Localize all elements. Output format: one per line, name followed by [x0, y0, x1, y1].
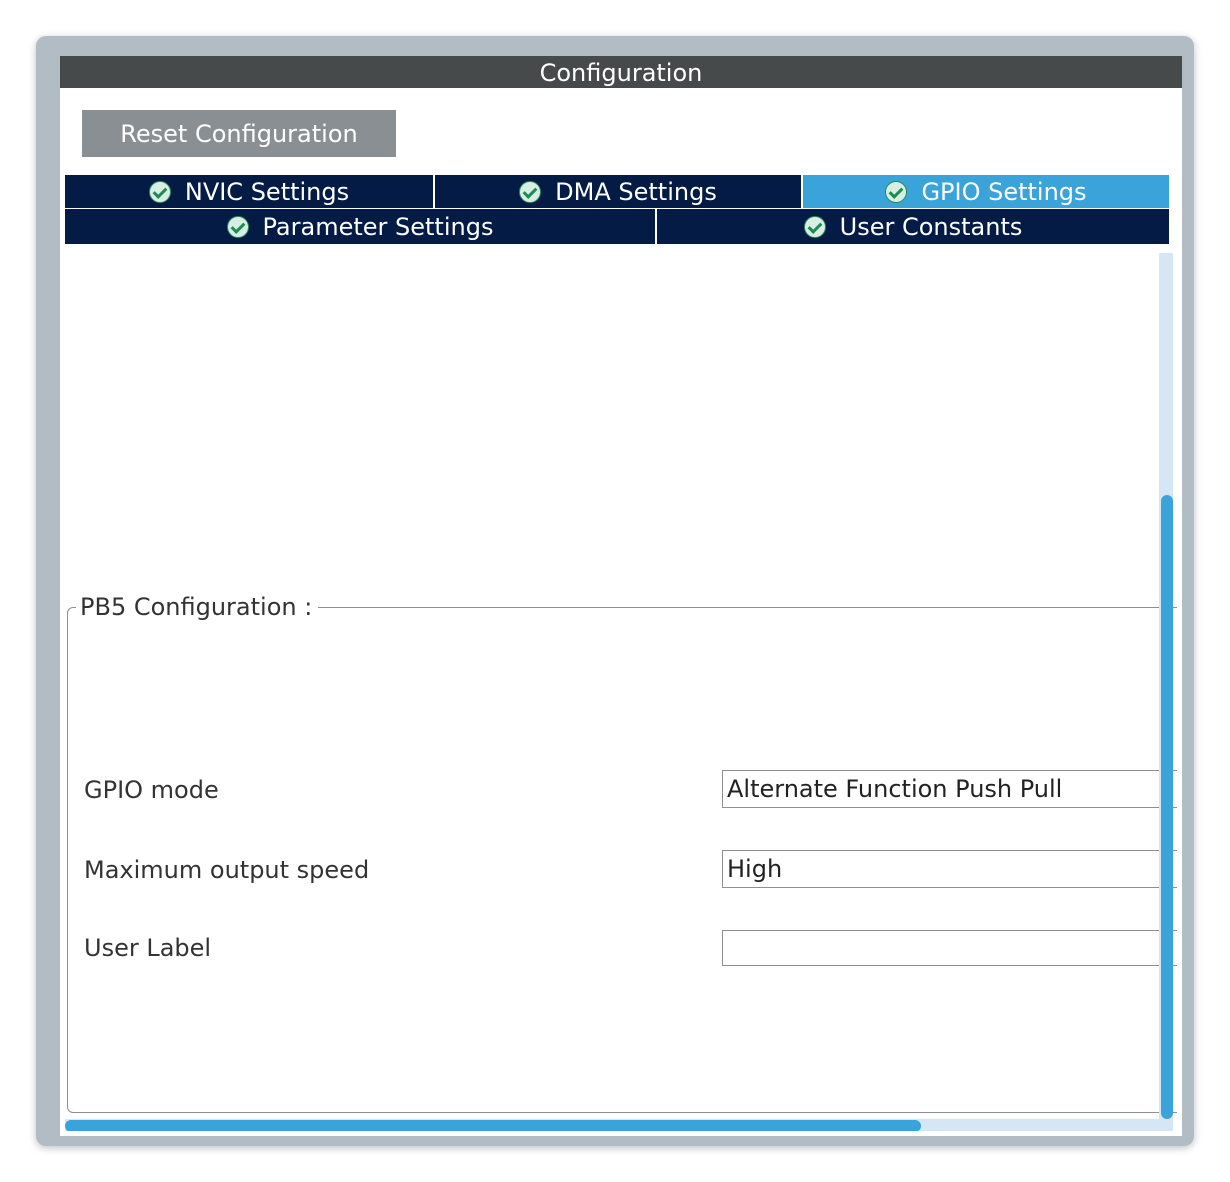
horizontal-scrollbar-thumb[interactable]: [65, 1120, 921, 1131]
configuration-window: Configuration Reset Configuration NVIC S…: [36, 36, 1194, 1146]
group-title: PB5 Configuration :: [76, 592, 319, 622]
check-circle-icon: [885, 180, 908, 203]
vertical-scrollbar-thumb[interactable]: [1161, 495, 1173, 1119]
max-output-speed-select[interactable]: High: [722, 850, 1177, 888]
tab-label: GPIO Settings: [921, 177, 1087, 206]
max-output-speed-label: Maximum output speed: [84, 856, 370, 884]
gpio-mode-label: GPIO mode: [84, 776, 219, 804]
gpio-mode-select[interactable]: Alternate Function Push Pull: [722, 770, 1177, 808]
tab-parameter-settings[interactable]: Parameter Settings: [65, 209, 655, 244]
check-circle-icon: [148, 180, 171, 203]
check-circle-icon: [803, 215, 826, 238]
tab-dma-settings[interactable]: DMA Settings: [435, 175, 801, 208]
tab-label: DMA Settings: [555, 177, 717, 206]
tab-gpio-settings[interactable]: GPIO Settings: [803, 175, 1169, 208]
user-label-input[interactable]: [722, 930, 1177, 966]
user-label-label: User Label: [84, 934, 212, 962]
pin-configuration-group: PB5 Configuration : GPIO mode Alternate …: [67, 592, 1177, 1113]
panel-title: Configuration: [60, 56, 1182, 88]
check-circle-icon: [519, 180, 542, 203]
tab-label: NVIC Settings: [184, 177, 350, 206]
tab-nvic-settings[interactable]: NVIC Settings: [65, 175, 433, 208]
check-circle-icon: [226, 215, 249, 238]
reset-configuration-button[interactable]: Reset Configuration: [82, 110, 396, 157]
tab-label: Parameter Settings: [262, 212, 494, 241]
tab-label: User Constants: [839, 212, 1023, 241]
gpio-content-area: PB5 Configuration : GPIO mode Alternate …: [65, 253, 1177, 1131]
tab-user-constants[interactable]: User Constants: [657, 209, 1169, 244]
configuration-panel: Configuration Reset Configuration NVIC S…: [60, 56, 1182, 1136]
